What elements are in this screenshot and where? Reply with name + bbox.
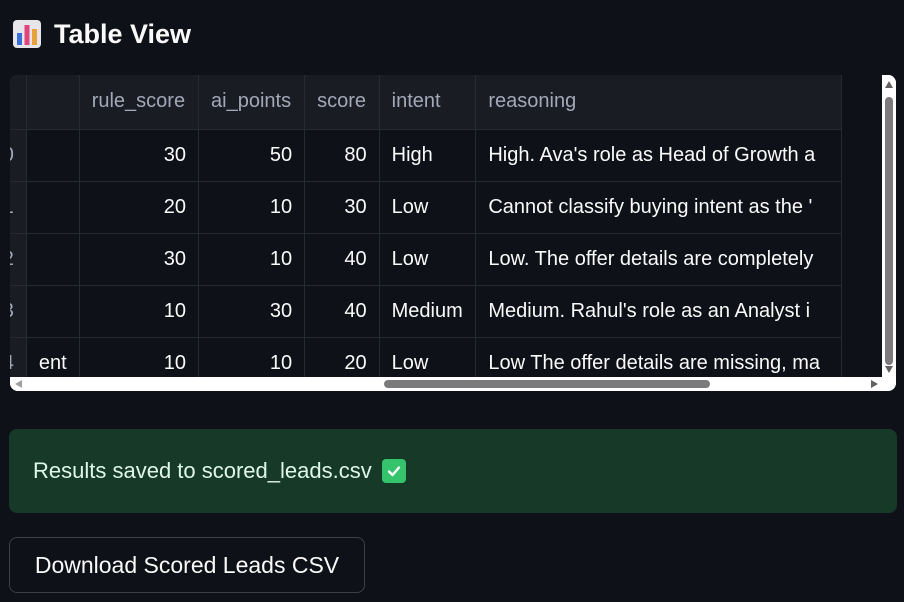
cell-intent[interactable]: Low xyxy=(379,337,477,377)
column-header-intent[interactable]: intent xyxy=(379,75,477,130)
table-row: 0 30 50 80 High High. Ava's role as Head… xyxy=(10,129,842,182)
cell-ai-points[interactable]: 30 xyxy=(198,285,306,338)
bar-chart-icon xyxy=(13,20,41,48)
data-table-viewport[interactable]: rule_score ai_points score intent reason… xyxy=(10,75,882,377)
column-header-reasoning[interactable]: reasoning xyxy=(475,75,842,130)
success-message: Results saved to scored_leads.csv xyxy=(9,429,897,513)
column-header-index[interactable] xyxy=(10,75,27,130)
table-row: 3 10 30 40 Medium Medium. Rahul's role a… xyxy=(10,285,842,338)
horizontal-scroll-thumb[interactable] xyxy=(384,380,710,388)
vertical-scroll-thumb[interactable] xyxy=(885,97,893,365)
page-header: Table View xyxy=(12,14,191,54)
cell-ai-points[interactable]: 50 xyxy=(198,129,306,182)
cell-intent[interactable]: Low xyxy=(379,233,477,286)
success-text: Results saved to scored_leads.csv xyxy=(33,458,372,483)
cell-intent[interactable]: Medium xyxy=(379,285,477,338)
cell-hidden[interactable] xyxy=(26,233,80,286)
cell-rule-score[interactable]: 10 xyxy=(79,285,200,338)
cell-rule-score[interactable]: 30 xyxy=(79,129,200,182)
scrollbar-corner xyxy=(882,377,896,391)
cell-reasoning[interactable]: Low The offer details are missing, ma xyxy=(475,337,842,377)
horizontal-scrollbar[interactable] xyxy=(10,377,882,391)
cell-score[interactable]: 30 xyxy=(304,181,380,234)
scroll-down-arrow-icon[interactable] xyxy=(885,366,893,373)
cell-intent[interactable]: High xyxy=(379,129,477,182)
table-row: 1 20 10 30 Low Cannot classify buying in… xyxy=(10,181,842,234)
cell-reasoning[interactable]: Low. The offer details are completely xyxy=(475,233,842,286)
data-table: rule_score ai_points score intent reason… xyxy=(10,75,842,377)
scroll-left-arrow-icon[interactable] xyxy=(15,380,22,388)
cell-reasoning[interactable]: Cannot classify buying intent as the ' xyxy=(475,181,842,234)
table-row: 4 ent 10 10 20 Low Low The offer details… xyxy=(10,337,842,377)
cell-hidden[interactable] xyxy=(26,285,80,338)
cell-score[interactable]: 80 xyxy=(304,129,380,182)
cell-score[interactable]: 20 xyxy=(304,337,380,377)
cell-hidden[interactable]: ent xyxy=(26,337,80,377)
column-header-ai-points[interactable]: ai_points xyxy=(198,75,306,130)
cell-score[interactable]: 40 xyxy=(304,285,380,338)
cell-score[interactable]: 40 xyxy=(304,233,380,286)
cell-hidden[interactable] xyxy=(26,129,80,182)
cell-hidden[interactable] xyxy=(26,181,80,234)
row-index: 4 xyxy=(10,337,27,377)
page-title: Table View xyxy=(54,18,192,49)
download-csv-button[interactable]: Download Scored Leads CSV xyxy=(9,537,365,593)
cell-ai-points[interactable]: 10 xyxy=(198,233,306,286)
row-index: 3 xyxy=(10,285,27,338)
cell-ai-points[interactable]: 10 xyxy=(198,181,306,234)
column-header-rule-score[interactable]: rule_score xyxy=(79,75,200,130)
row-index: 2 xyxy=(10,233,27,286)
cell-intent[interactable]: Low xyxy=(379,181,477,234)
table-header-row: rule_score ai_points score intent reason… xyxy=(10,75,842,130)
data-table-frame: rule_score ai_points score intent reason… xyxy=(10,75,896,391)
scroll-right-arrow-icon[interactable] xyxy=(871,380,878,388)
vertical-scrollbar[interactable] xyxy=(882,75,896,377)
row-index: 1 xyxy=(10,181,27,234)
row-index: 0 xyxy=(10,129,27,182)
check-mark-icon xyxy=(381,459,406,483)
cell-rule-score[interactable]: 30 xyxy=(79,233,200,286)
scroll-up-arrow-icon[interactable] xyxy=(885,81,893,88)
cell-rule-score[interactable]: 20 xyxy=(79,181,200,234)
cell-rule-score[interactable]: 10 xyxy=(79,337,200,377)
column-header-score[interactable]: score xyxy=(304,75,380,130)
cell-reasoning[interactable]: Medium. Rahul's role as an Analyst i xyxy=(475,285,842,338)
column-header-hidden[interactable] xyxy=(26,75,80,130)
cell-reasoning[interactable]: High. Ava's role as Head of Growth a xyxy=(475,129,842,182)
cell-ai-points[interactable]: 10 xyxy=(198,337,306,377)
table-row: 2 30 10 40 Low Low. The offer details ar… xyxy=(10,233,842,286)
